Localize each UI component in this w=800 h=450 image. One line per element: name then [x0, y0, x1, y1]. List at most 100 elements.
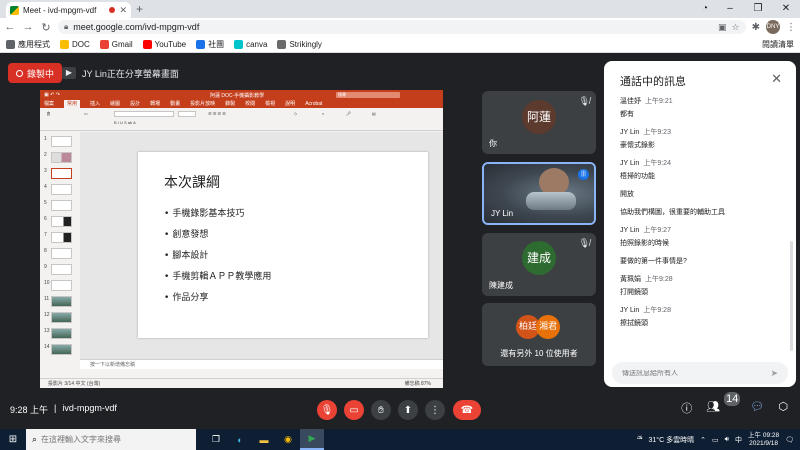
- back-button[interactable]: ←: [4, 21, 16, 33]
- send-icon[interactable]: ➤: [770, 368, 778, 379]
- tray-chevron-icon[interactable]: ⌃: [700, 436, 706, 444]
- close-tab-icon[interactable]: ✕: [119, 5, 127, 16]
- shared-screen: ▣ ↶ ↷ 阿蓮 DOC-手機攝影教學 搜尋 檔案 常用 插入 繪圖 設計 轉場 動畫 投影片…: [40, 90, 443, 388]
- bookmark-item[interactable]: DOC: [60, 39, 90, 49]
- chat-message-header: JY Lin 上午9:27: [620, 225, 785, 235]
- mic-toggle-button[interactable]: 🎙︎: [317, 400, 337, 420]
- bookmark-item[interactable]: canva: [234, 39, 267, 49]
- network-icon[interactable]: ▭: [712, 436, 719, 444]
- slide-thumbnail: 6: [44, 216, 72, 228]
- bookmark-item[interactable]: Strikingly: [277, 39, 322, 49]
- meet-app-icon[interactable]: ▶: [300, 429, 324, 450]
- maximize-button[interactable]: ❐: [744, 0, 772, 18]
- camera-toggle-button[interactable]: ▭: [344, 400, 364, 420]
- camera-permission-icon[interactable]: ▣: [718, 22, 727, 33]
- activities-icon[interactable]: ⬡: [778, 400, 788, 416]
- browser-tab-meet[interactable]: Meet - ivd-mpgm-vdf ✕: [6, 2, 131, 18]
- chat-icon[interactable]: 💬︎: [750, 400, 764, 416]
- participant-tile-chen[interactable]: 🎙︎̸ 建成 陳建成: [482, 233, 596, 296]
- chat-message-input[interactable]: [622, 369, 771, 377]
- bookmark-label: Gmail: [111, 39, 133, 49]
- slide-notes: 按一下以新增備忘稿: [80, 359, 443, 369]
- system-tray: ⛅︎ 31°C 多雲時晴 ⌃ ▭ 🔊︎ 中 上午 09:28 2021/9/18…: [637, 432, 800, 448]
- slide-number: 13: [44, 328, 50, 334]
- slide-bullets: 手機錄影基本技巧創意發想腳本設計手機剪輯ＡＰＰ教學應用作品分享: [164, 206, 271, 311]
- recording-button[interactable]: 錄製中: [8, 63, 63, 83]
- notifications-icon[interactable]: 🗨︎: [785, 436, 794, 444]
- slide-thumbnail: 3: [44, 168, 72, 180]
- bookmark-item[interactable]: 應用程式: [6, 39, 50, 50]
- new-slide-icon: ▭: [84, 111, 88, 116]
- chat-sender: JY Lin: [620, 129, 640, 136]
- drawing-icon: ◇: [294, 111, 298, 116]
- slide-number: 8: [44, 248, 47, 254]
- taskbar-search[interactable]: ⌕: [26, 429, 196, 450]
- slide-thumbnail-image: [51, 264, 72, 275]
- browser-menu-icon[interactable]: ⋮: [786, 22, 796, 33]
- new-tab-button[interactable]: +: [136, 2, 143, 16]
- chat-text: 開放: [620, 191, 634, 198]
- windows-taskbar: ⊞ ⌕ ❐ ◐ ▬ ◉ ▶ ⛅︎ 31°C 多雲時晴 ⌃ ▭ 🔊︎ 中 上午 0…: [0, 429, 800, 450]
- raise-hand-button[interactable]: ✋︎: [371, 400, 391, 420]
- slide-number: 7: [44, 232, 47, 238]
- leave-call-button[interactable]: ☎: [453, 400, 481, 420]
- volume-icon[interactable]: 🔊︎: [725, 436, 729, 444]
- paste-icon: 📋︎: [46, 111, 52, 116]
- more-options-button[interactable]: ⋮: [425, 400, 445, 420]
- bookmarks-bar: 應用程式 DOC Gmail YouTube 社團 canva Strikingly 閱讀清單: [0, 36, 800, 53]
- chat-text: 梧掃的功能: [620, 173, 655, 180]
- chat-input-box[interactable]: ➤: [612, 362, 788, 384]
- weather-text[interactable]: 31°C 多雲時晴: [649, 435, 695, 445]
- chat-sender: JY Lin: [620, 160, 640, 167]
- lock-icon[interactable]: 🔒︎: [64, 22, 68, 32]
- minimize-button[interactable]: –: [716, 0, 744, 18]
- bookmark-item[interactable]: 社團: [196, 39, 224, 50]
- slide-number: 9: [44, 264, 47, 270]
- media-control-icon[interactable]: ◔: [694, 0, 716, 18]
- chrome-icon[interactable]: ◉: [276, 429, 300, 450]
- profile-avatar[interactable]: DNY: [766, 20, 780, 34]
- avatar: 湘君: [536, 315, 560, 339]
- font-format-icons: B I U S ab A: [114, 120, 136, 125]
- address-bar[interactable]: 🔒︎ meet.google.com/ivd-mpgm-vdf ▣ ☆: [58, 20, 746, 34]
- participant-tile-self[interactable]: 🎙︎̸ 阿蓮 你: [482, 91, 596, 154]
- chat-scrollbar[interactable]: [790, 241, 793, 351]
- meeting-time: 9:28 上午: [10, 405, 49, 415]
- participant-tile-others[interactable]: 柏廷 湘君 還有另外 10 位使用者: [482, 303, 596, 366]
- chat-message-header: JY Lin 上午9:24: [620, 158, 785, 168]
- slide-thumbnail-image: [51, 232, 72, 243]
- ime-indicator[interactable]: 中: [735, 435, 742, 445]
- ribbon-tab: Acrobat: [305, 101, 323, 107]
- taskbar-search-input[interactable]: [41, 435, 182, 444]
- close-chat-icon[interactable]: ✕: [771, 71, 782, 87]
- close-window-button[interactable]: ✕: [772, 0, 800, 18]
- file-explorer-icon[interactable]: ▬: [252, 429, 276, 450]
- present-now-button[interactable]: ⬆: [398, 400, 418, 420]
- windows-start-icon[interactable]: ⊞: [0, 434, 26, 445]
- tab-title: Meet - ivd-mpgm-vdf: [23, 5, 97, 15]
- edge-icon[interactable]: ◐: [228, 429, 252, 450]
- taskbar-apps: ❐ ◐ ▬ ◉ ▶: [204, 429, 324, 450]
- url-text[interactable]: meet.google.com/ivd-mpgm-vdf: [73, 22, 713, 32]
- meeting-details-icon[interactable]: ⓘ: [681, 400, 692, 416]
- reload-button[interactable]: ↻: [40, 21, 52, 34]
- bookmark-item[interactable]: YouTube: [142, 39, 186, 49]
- people-icon[interactable]: 👥︎14: [706, 392, 741, 416]
- browser-tabstrip: Meet - ivd-mpgm-vdf ✕ + ◔ – ❐ ✕: [0, 0, 800, 18]
- bookmark-star-icon[interactable]: ☆: [732, 22, 740, 33]
- dictate-icon: 🎤︎: [346, 111, 352, 116]
- participant-tile-presenter[interactable]: ||| JY Lin: [482, 162, 596, 225]
- recording-indicator-icon: [109, 7, 116, 13]
- task-view-icon[interactable]: ❐: [204, 429, 228, 450]
- meeting-controls-bar: 9:28 上午 | ivd-mpgm-vdf 🎙︎ ▭ ✋︎ ⬆ ⋮ ☎ ⓘ 👥…: [0, 392, 800, 429]
- forward-button[interactable]: →: [22, 21, 34, 33]
- bookmark-item[interactable]: Gmail: [99, 39, 133, 49]
- weather-icon: ⛅︎: [636, 435, 643, 443]
- reading-list-button[interactable]: 閱讀清單: [762, 39, 794, 50]
- chat-message-header: JY Lin 上午9:28: [620, 305, 785, 315]
- ribbon-tab: 說明: [285, 101, 296, 107]
- taskbar-clock[interactable]: 上午 09:28 2021/9/18: [748, 432, 779, 448]
- meet-favicon-icon: [10, 5, 19, 15]
- extension-puzzle-icon[interactable]: ✱: [752, 22, 760, 33]
- chat-time: 上午9:24: [643, 160, 671, 167]
